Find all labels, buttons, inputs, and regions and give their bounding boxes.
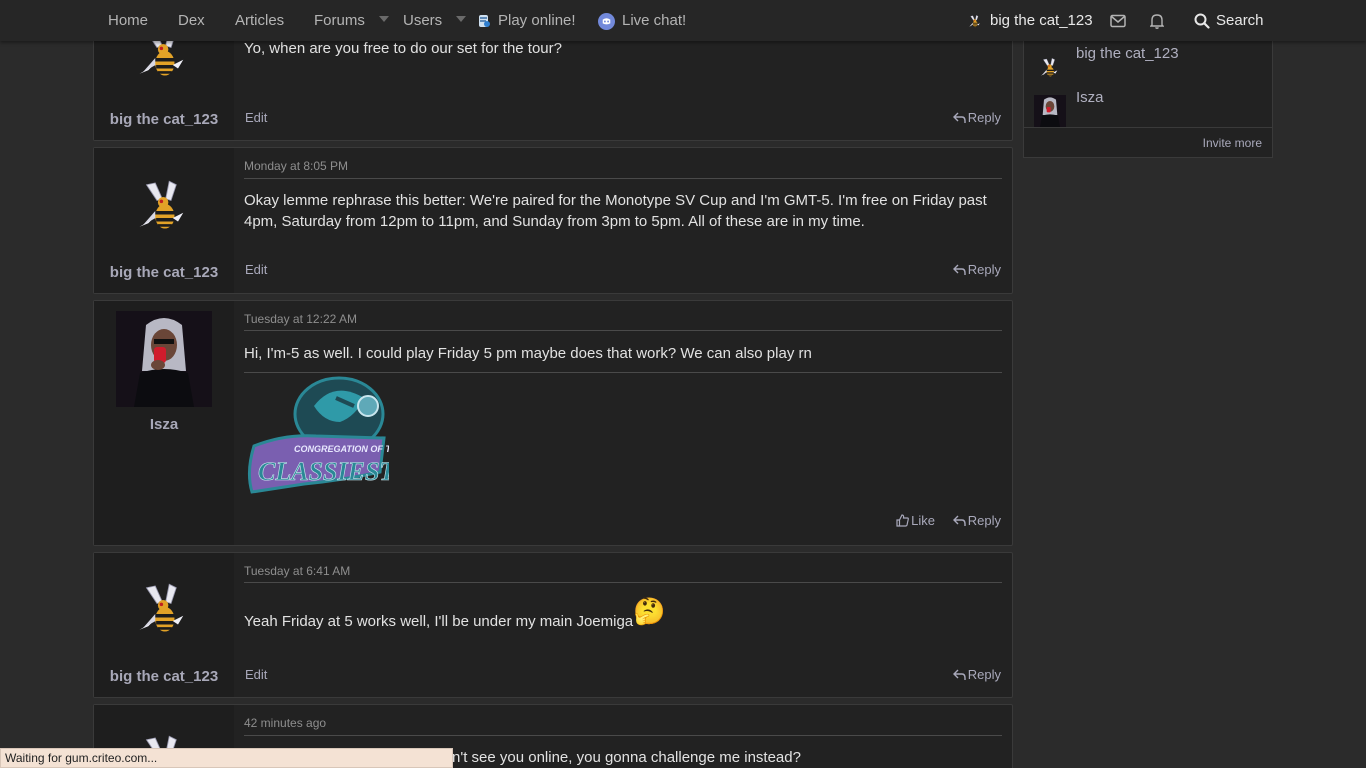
user-avatar-icon [968,15,980,28]
reply-label: Reply [967,262,1001,277]
nav-dex[interactable]: Dex [178,0,205,41]
post-body: Hi, I'm-5 as well. I could play Friday 5… [244,345,812,362]
envelope-icon [1110,14,1126,28]
avatar[interactable] [136,575,192,639]
nav-articles[interactable]: Articles [235,0,284,41]
inbox-button[interactable] [1110,0,1126,41]
post-body: Yo, when are you free to do our set for … [244,40,562,57]
top-navigation: Home Dex Articles Forums Users Play onli… [0,0,1366,41]
browser-status-bar: Waiting for gum.criteo.com... [0,748,453,768]
divider [244,735,1002,736]
search-icon [1194,13,1210,29]
reply-label: Reply [967,667,1001,682]
divider [244,330,1002,331]
edit-button[interactable]: Edit [245,110,267,125]
logo-title: CLASSIEST [258,457,389,486]
post: big the cat_123 Tuesday at 6:41 AM Yeah … [93,552,1013,698]
post-user-info: big the cat_123 [94,553,234,697]
reply-icon [952,515,966,526]
post-author[interactable]: Isza [94,416,234,433]
search-button[interactable]: Search [1194,0,1264,41]
reply-label: Reply [967,513,1001,528]
post-timestamp[interactable]: Monday at 8:05 PM [244,159,348,173]
post-body: Okay lemme rephrase this better: We're p… [244,192,987,230]
chevron-down-icon[interactable] [378,16,389,23]
reply-icon [952,669,966,680]
account-name: big the cat_123 [990,12,1093,29]
reply-icon [952,112,966,123]
nav-play-online-label: Play online! [498,12,576,29]
like-label: Like [911,513,935,528]
logo-caption: CONGREGATION OF THE [294,444,389,454]
post-author[interactable]: big the cat_123 [94,668,234,685]
post-body: n't see you online, you gonna challenge … [452,749,801,766]
avatar[interactable] [1034,95,1066,127]
post: Isza Tuesday at 12:22 AM Hi, I'm-5 as we… [93,300,1013,546]
nav-home[interactable]: Home [108,0,148,41]
post-main: Monday at 8:05 PM Okay lemme rephrase th… [244,148,1002,293]
post-body: Yeah Friday at 5 works well, I'll be und… [244,598,1002,632]
post-timestamp[interactable]: 42 minutes ago [244,716,326,730]
post-user-info: Isza [94,301,234,545]
participant-name[interactable]: Isza [1076,89,1104,106]
thumbs-up-icon [896,514,910,527]
nav-live-chat-label: Live chat! [622,12,687,29]
nav-forums[interactable]: Forums [314,0,389,41]
post-author[interactable]: big the cat_123 [94,111,234,128]
conversation-participants-panel: big the cat_123 Isza Invite more [1023,30,1273,158]
post-timestamp[interactable]: Tuesday at 12:22 AM [244,312,357,326]
pokeball-scroll-icon [479,15,490,28]
reply-label: Reply [967,110,1001,125]
post-body-text: Yeah Friday at 5 works well, I'll be und… [244,613,634,630]
panel-footer: Invite more [1024,127,1272,157]
search-label: Search [1216,12,1264,29]
post-main: Tuesday at 6:41 AM Yeah Friday at 5 work… [244,553,1002,697]
like-button[interactable]: Like [896,513,935,528]
reply-button[interactable]: Reply [952,262,1001,277]
nav-play-online[interactable]: Play online! [476,0,576,41]
avatar[interactable] [136,172,192,236]
nav-forums-label: Forums [314,12,365,29]
participant-row[interactable]: big the cat_123 [1034,45,1262,89]
chevron-down-icon[interactable] [456,16,467,23]
thinking-face-emoji: 🤔 [633,596,666,626]
edit-button[interactable]: Edit [245,667,267,682]
account-menu[interactable]: big the cat_123 [968,0,1093,41]
edit-button[interactable]: Edit [245,262,267,277]
participant-name[interactable]: big the cat_123 [1076,45,1179,62]
avatar[interactable] [116,311,212,407]
reply-button[interactable]: Reply [952,110,1001,125]
avatar[interactable] [1034,51,1066,83]
congregation-logo-image[interactable]: CONGREGATION OF THE CLASSIEST [244,376,389,498]
discord-icon [598,12,615,30]
divider [244,372,1002,373]
divider [244,582,1002,583]
bell-icon [1149,14,1165,29]
nav-users-label: Users [403,12,443,29]
alerts-button[interactable] [1149,0,1165,41]
nav-users[interactable]: Users [403,0,467,41]
divider [244,178,1002,179]
post-user-info: big the cat_123 [94,148,234,293]
reply-button[interactable]: Reply [952,667,1001,682]
post-main: Tuesday at 12:22 AM Hi, I'm-5 as well. I… [244,301,1002,545]
post-author[interactable]: big the cat_123 [94,264,234,281]
post-timestamp[interactable]: Tuesday at 6:41 AM [244,564,350,578]
reply-icon [952,264,966,275]
post: big the cat_123 Monday at 8:05 PM Okay l… [93,147,1013,294]
nav-live-chat[interactable]: Live chat! [598,0,686,41]
reply-button[interactable]: Reply [952,513,1001,528]
invite-more-link[interactable]: Invite more [1203,136,1262,150]
